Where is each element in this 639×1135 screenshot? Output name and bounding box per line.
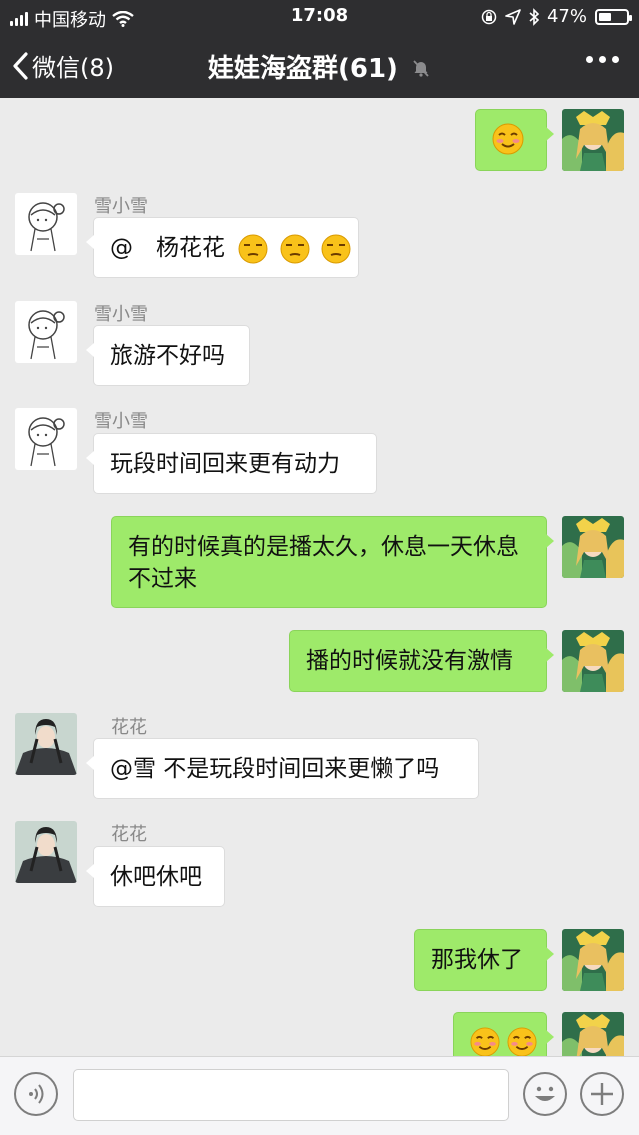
sender-name: 雪小雪 (94, 411, 148, 432)
voice-button[interactable] (14, 1072, 58, 1116)
swordsman-avatar[interactable] (15, 713, 77, 775)
rotation-lock-icon (481, 9, 497, 24)
message-bubble-outgoing[interactable] (453, 1012, 554, 1056)
sketch-girl-avatar[interactable] (15, 408, 77, 470)
smiling-blush-emoji (492, 123, 524, 154)
smiling-blush-emoji (507, 1026, 537, 1056)
message-bubble-incoming[interactable]: 休吧休吧 (86, 846, 225, 907)
status-bar: 中国移动 17:08 47% (0, 0, 639, 34)
bluetooth-icon (529, 7, 539, 26)
more-icon-dot (612, 56, 619, 63)
warrior-avatar[interactable] (562, 516, 624, 578)
emoji-button[interactable] (523, 1072, 567, 1116)
chat-area[interactable]: 雪小雪 @ 杨花花 雪小雪 旅游不好吗 雪小雪 玩段时间回来更有动力 有的时候真… (0, 98, 639, 1056)
plus-icon (591, 1083, 613, 1105)
message-bubble-incoming[interactable]: 玩段时间回来更有动力 (86, 433, 377, 494)
unamused-emoji (321, 234, 351, 263)
group-name: 娃娃海盗群(61) (207, 54, 398, 84)
unamused-emoji (238, 234, 268, 263)
message-bubble-outgoing[interactable]: 播的时候就没有激情 (289, 630, 554, 692)
message-text: @雪 不是玩段时间回来更懒了吗 (110, 756, 440, 782)
message-bubble-incoming[interactable]: @ 杨花花 (86, 217, 359, 278)
sender-name: 雪小雪 (94, 196, 148, 217)
battery-icon (595, 8, 632, 25)
message-input[interactable] (73, 1069, 509, 1121)
sender-name: 花花 (111, 717, 147, 738)
nav-bar: 微信(8) 娃娃海盗群(61) (0, 34, 639, 98)
message-text: 有的时候真的是播太久，休息一天休息不过来 (128, 534, 519, 592)
chat-title: 娃娃海盗群(61) (0, 48, 639, 85)
input-bar (0, 1056, 639, 1135)
warrior-avatar[interactable] (562, 630, 624, 692)
sender-name: 雪小雪 (94, 304, 148, 325)
more-icon-dot (599, 56, 606, 63)
message-text: 玩段时间回来更有动力 (110, 451, 340, 477)
more-options-button[interactable] (586, 56, 619, 63)
message-bubble-incoming[interactable]: 旅游不好吗 (86, 325, 250, 386)
voice-icon (29, 1084, 44, 1104)
sender-name: 花花 (111, 824, 147, 845)
message-bubble-outgoing[interactable]: 有的时候真的是播太久，休息一天休息不过来 (111, 516, 554, 608)
message-text: 休吧休吧 (110, 864, 202, 890)
emoji-icon (535, 1086, 555, 1101)
message-text: @ 杨花花 (110, 235, 225, 261)
smiling-blush-emoji (470, 1026, 500, 1056)
plus-button[interactable] (580, 1072, 624, 1116)
message-text: 播的时候就没有激情 (306, 648, 513, 674)
message-bubble-outgoing[interactable]: 那我休了 (414, 929, 554, 991)
battery-percent: 47% (546, 6, 587, 27)
sketch-girl-avatar[interactable] (15, 193, 77, 255)
message-text: 旅游不好吗 (110, 343, 225, 369)
message-text: 那我休了 (431, 947, 523, 973)
more-icon-dot (586, 56, 593, 63)
message-bubble-incoming[interactable]: @雪 不是玩段时间回来更懒了吗 (86, 738, 479, 799)
warrior-avatar[interactable] (562, 929, 624, 991)
swordsman-avatar[interactable] (15, 821, 77, 883)
unamused-emoji (280, 234, 310, 263)
location-icon (505, 8, 521, 25)
battery-level-fill (599, 12, 612, 21)
message-bubble-outgoing[interactable] (475, 109, 554, 171)
warrior-avatar[interactable] (562, 1012, 624, 1056)
sketch-girl-avatar[interactable] (15, 301, 77, 363)
warrior-avatar[interactable] (562, 109, 624, 171)
mute-bell-icon (413, 59, 429, 77)
